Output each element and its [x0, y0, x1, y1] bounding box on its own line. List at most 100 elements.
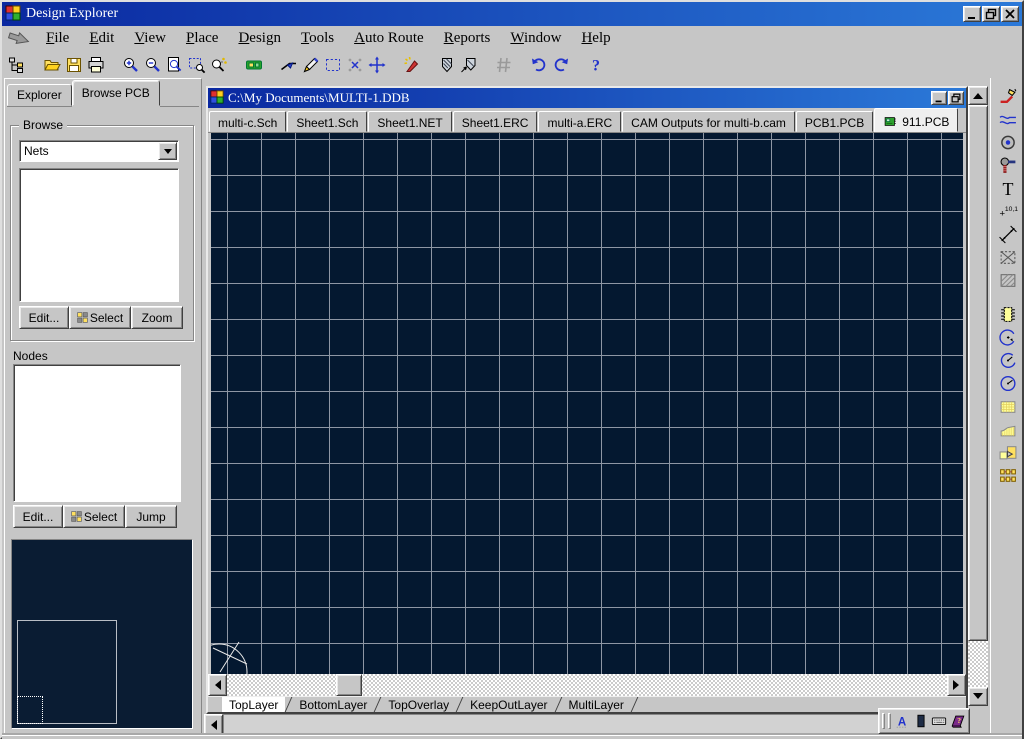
color-block-button[interactable] — [912, 712, 929, 730]
document-tab-multi-a-erc[interactable]: multi-a.ERC — [538, 111, 621, 132]
menu-file[interactable]: File — [36, 28, 79, 49]
panel-tab-browse-pcb[interactable]: Browse PCB — [72, 80, 160, 106]
explorer-toggle-button[interactable] — [6, 54, 28, 76]
place-fill-button[interactable] — [995, 396, 1021, 417]
menu-reports[interactable]: Reports — [434, 28, 501, 49]
document-tab-sheet1-net[interactable]: Sheet1.NET — [368, 111, 451, 132]
zoom-document-button[interactable] — [164, 54, 186, 76]
place-arc-center-button[interactable] — [995, 327, 1021, 348]
place-array-button[interactable] — [995, 465, 1021, 486]
pcb-canvas[interactable] — [211, 133, 963, 674]
browse-type-select[interactable]: Nets — [19, 140, 179, 162]
combo-dropdown-button[interactable] — [158, 142, 177, 160]
zoom-point-button[interactable] — [208, 54, 230, 76]
place-keepout-fill-button[interactable] — [995, 247, 1021, 268]
zoom-out-button[interactable] — [142, 54, 164, 76]
system-menu-arrow-icon[interactable] — [2, 32, 36, 45]
document-tab-sheet1-sch[interactable]: Sheet1.Sch — [287, 111, 367, 132]
menu-place[interactable]: Place — [176, 28, 228, 49]
place-component-button[interactable] — [995, 304, 1021, 325]
interactive-route-button[interactable] — [995, 86, 1021, 107]
scroll-left-button[interactable] — [208, 674, 227, 696]
library-shield-arrow-button[interactable] — [458, 54, 480, 76]
zoom-in-button[interactable] — [120, 54, 142, 76]
minimap[interactable] — [11, 539, 193, 729]
place-arc-edge-button[interactable] — [995, 350, 1021, 371]
place-polygon-button[interactable] — [995, 419, 1021, 440]
select-area-button[interactable] — [322, 54, 344, 76]
undo-button[interactable] — [528, 54, 550, 76]
layer-tab-toplayer[interactable]: TopLayer — [222, 697, 285, 712]
scroll-down-button[interactable] — [968, 687, 988, 706]
nodes-jump-button[interactable]: Jump — [125, 505, 177, 528]
place-string-button[interactable]: T — [995, 178, 1021, 199]
layer-tab-keepoutlayer[interactable]: KeepOutLayer — [463, 697, 554, 712]
grid-toggle-button[interactable] — [493, 54, 515, 76]
keyboard-button[interactable] — [931, 712, 948, 730]
document-tab-multi-c-sch[interactable]: multi-c.Sch — [209, 111, 286, 132]
toolbar-grip[interactable] — [888, 713, 891, 729]
scroll-right-button[interactable] — [947, 674, 966, 696]
place-dimension-button[interactable] — [995, 224, 1021, 245]
browse-component-button[interactable] — [243, 54, 265, 76]
browse-edit-button[interactable]: Edit... — [19, 306, 69, 329]
document-hscrollbar[interactable] — [208, 674, 966, 696]
menu-view[interactable]: View — [124, 28, 176, 49]
redo-button[interactable] — [550, 54, 572, 76]
place-hatched-fill-button[interactable] — [995, 270, 1021, 291]
panel-tab-explorer[interactable]: Explorer — [7, 84, 72, 106]
paste-special-button[interactable] — [995, 442, 1021, 463]
place-track-button[interactable] — [995, 109, 1021, 130]
menu-tools[interactable]: Tools — [291, 28, 344, 49]
document-tab-sheet1-erc[interactable]: Sheet1.ERC — [453, 111, 538, 132]
help-button[interactable]: ? — [585, 54, 607, 76]
print-button[interactable] — [85, 54, 107, 76]
minimize-button[interactable] — [963, 6, 981, 22]
open-folder-button[interactable] — [41, 54, 63, 76]
menu-auto-route[interactable]: Auto Route — [344, 28, 434, 49]
place-pad-button[interactable] — [995, 155, 1021, 176]
close-button[interactable] — [1001, 6, 1019, 22]
nodes-select-button[interactable]: Select — [63, 505, 125, 528]
doc-restore-button[interactable] — [948, 91, 964, 105]
wizard-pen-button[interactable] — [401, 54, 423, 76]
cross-probe-button[interactable] — [278, 54, 300, 76]
place-track-icon — [998, 110, 1018, 129]
zoom-area-button[interactable] — [186, 54, 208, 76]
help-book-button[interactable]: ? — [949, 712, 966, 730]
toolbar-grip[interactable] — [882, 713, 885, 729]
workspace-hscrollbar[interactable] — [204, 714, 968, 735]
annotation-a-button[interactable]: A — [894, 712, 911, 730]
restore-button[interactable] — [982, 6, 1000, 22]
deselect-button[interactable] — [344, 54, 366, 76]
place-coordinate-button[interactable]: +10,10 — [995, 201, 1021, 222]
minimap-viewport[interactable] — [17, 696, 43, 724]
nodes-listbox[interactable] — [13, 364, 181, 502]
vscroll-thumb[interactable] — [968, 105, 988, 641]
workspace-vscrollbar[interactable] — [968, 86, 988, 706]
menu-help[interactable]: Help — [571, 28, 620, 49]
menu-window[interactable]: Window — [500, 28, 571, 49]
move-cross-button[interactable] — [366, 54, 388, 76]
hscroll-thumb[interactable] — [336, 674, 362, 696]
browse-select-button[interactable]: Select — [69, 306, 131, 329]
doc-minimize-button[interactable] — [931, 91, 947, 105]
library-shield-button[interactable] — [436, 54, 458, 76]
highlight-pen-button[interactable] — [300, 54, 322, 76]
menu-design[interactable]: Design — [228, 28, 291, 49]
nodes-edit-button[interactable]: Edit... — [13, 505, 63, 528]
document-tab-pcb1-pcb[interactable]: PCB1.PCB — [796, 111, 873, 132]
layer-tab-topoverlay[interactable]: TopOverlay — [381, 697, 456, 712]
browse-zoom-button[interactable]: Zoom — [131, 306, 183, 329]
place-arc-angle-button[interactable] — [995, 373, 1021, 394]
place-via-button[interactable] — [995, 132, 1021, 153]
ws-scroll-left-button[interactable] — [204, 714, 223, 735]
document-tab-911-pcb[interactable]: 911.PCB — [874, 108, 958, 132]
layer-tab-multilayer[interactable]: MultiLayer — [562, 697, 631, 712]
save-button[interactable] — [63, 54, 85, 76]
nets-listbox[interactable] — [19, 168, 179, 302]
menu-edit[interactable]: Edit — [79, 28, 124, 49]
document-tab-cam-outputs-for-multi-b-cam[interactable]: CAM Outputs for multi-b.cam — [622, 111, 795, 132]
scroll-up-button[interactable] — [968, 86, 988, 105]
layer-tab-bottomlayer[interactable]: BottomLayer — [292, 697, 374, 712]
